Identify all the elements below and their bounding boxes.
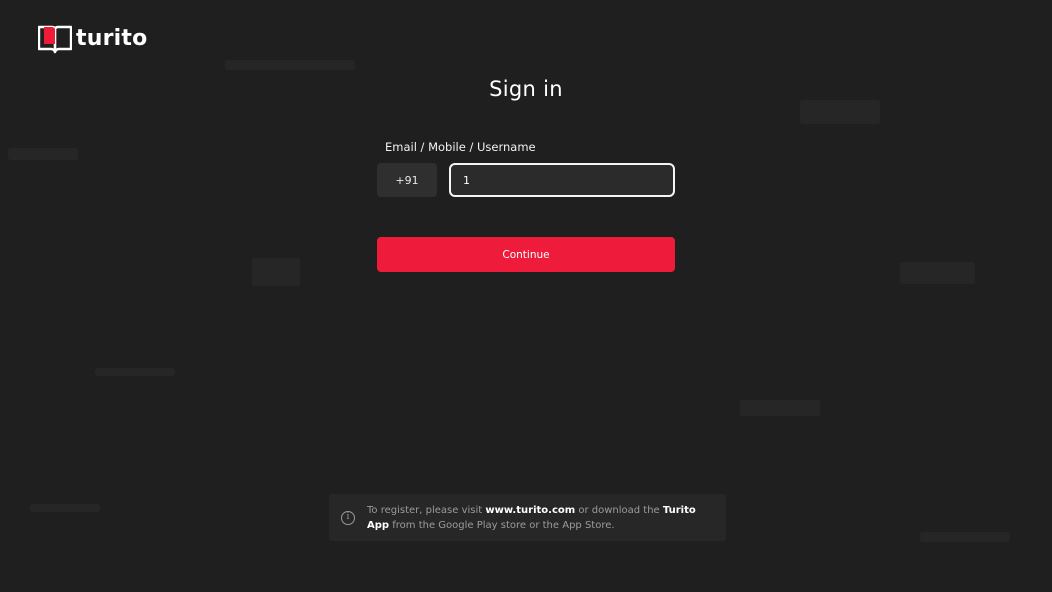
- login-field-label: Email / Mobile / Username: [385, 140, 536, 154]
- turito-app-name: Turito: [662, 504, 696, 516]
- background-decoration: [252, 258, 300, 286]
- turito-website-link[interactable]: www.turito.com: [485, 505, 575, 516]
- continue-button[interactable]: Continue: [377, 237, 675, 272]
- background-decoration: [8, 148, 78, 160]
- register-info-box: i To register, please visit www.turito.c…: [329, 494, 726, 541]
- background-decoration: [225, 60, 355, 70]
- background-decoration: [900, 262, 975, 284]
- background-decoration: [30, 504, 100, 512]
- book-logo-icon: [38, 25, 72, 54]
- country-code-value: +91: [395, 173, 419, 187]
- background-decoration: [920, 532, 1010, 542]
- brand-name: turito: [76, 26, 148, 51]
- register-info-text: To register, please visit www.turito.com…: [367, 503, 696, 533]
- country-code-selector[interactable]: +91: [377, 163, 437, 197]
- sign-in-page: turito Sign in Email / Mobile / Username…: [0, 0, 1052, 592]
- background-decoration: [740, 400, 820, 416]
- background-decoration: [95, 368, 175, 376]
- info-icon: i: [341, 510, 355, 525]
- info-text-part: from the Google Play store or the App St…: [389, 519, 615, 531]
- info-text-part: or download the: [575, 504, 663, 516]
- info-text-part: To register, please visit: [367, 504, 486, 516]
- login-input[interactable]: [449, 163, 675, 197]
- page-title: Sign in: [489, 77, 563, 101]
- background-decoration: [800, 100, 880, 124]
- turito-logo: turito: [38, 24, 147, 54]
- turito-app-name-suffix: App: [367, 519, 390, 531]
